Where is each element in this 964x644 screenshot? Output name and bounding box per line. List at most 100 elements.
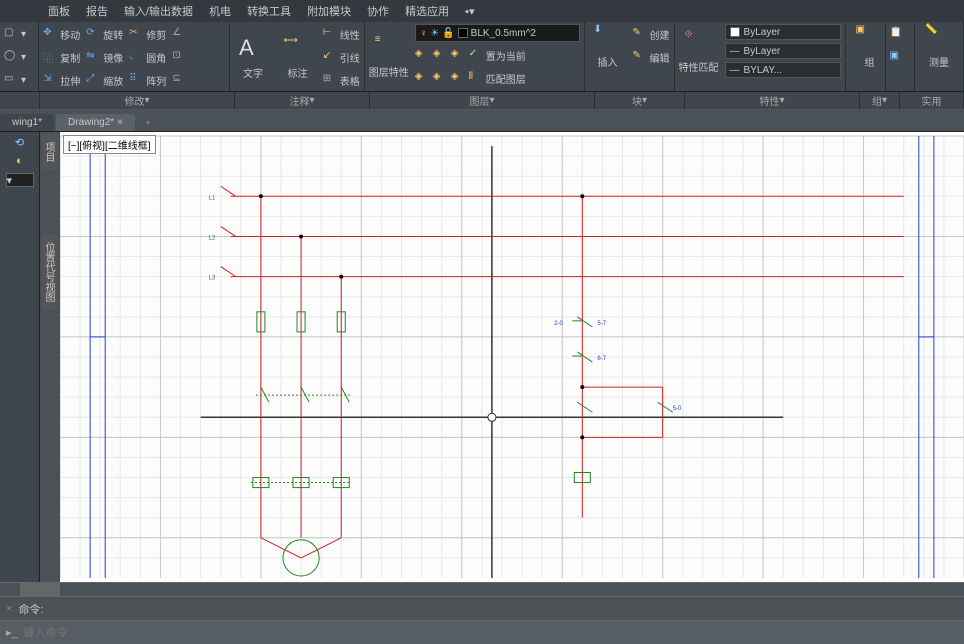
rect-icon: ▭ bbox=[4, 73, 18, 87]
cmd-arrow-icon[interactable]: ▸_ bbox=[6, 626, 18, 639]
ribbon-panel-labels: 修改 ▾ 注释 ▾ 图层 ▾ 块 ▾ 特性 ▾ 组 ▾ 实用 bbox=[0, 92, 964, 110]
menu-panel[interactable]: 面板 bbox=[40, 3, 78, 19]
stretch-button[interactable]: ⇲拉伸 bbox=[43, 70, 80, 90]
dim-button[interactable]: ⟷ 标注 bbox=[278, 24, 317, 90]
lineweight-dropdown[interactable]: —BYLAY... bbox=[725, 62, 841, 78]
tool-rect[interactable]: ▭▾ bbox=[4, 70, 34, 90]
label-modify[interactable]: 修改 ▾ bbox=[40, 92, 235, 109]
group-icon: ▣ bbox=[856, 24, 884, 52]
tool-c[interactable]: ▾ bbox=[6, 173, 34, 187]
menu-io[interactable]: 输入/输出数据 bbox=[116, 3, 201, 19]
layer-t2[interactable]: ◈ bbox=[433, 45, 447, 65]
layfrz-icon: ◈ bbox=[451, 48, 465, 62]
base-icon: ▣ bbox=[890, 50, 904, 64]
menu-featured[interactable]: 精选应用 bbox=[397, 3, 457, 19]
command-input[interactable] bbox=[24, 627, 958, 639]
label-props[interactable]: 特性 ▾ bbox=[685, 92, 860, 109]
group-button[interactable]: ▣ 组 bbox=[850, 24, 890, 69]
grid bbox=[60, 136, 964, 578]
tool-b[interactable]: ◐ bbox=[16, 155, 23, 167]
layer-selector[interactable]: ♀ ☀ 🔓 BLK_0.5mm^2 bbox=[415, 24, 580, 42]
mod-extra2[interactable]: ⊡ bbox=[172, 47, 186, 67]
copy-button[interactable]: ⿻复制 bbox=[43, 47, 80, 67]
svg-text:L1: L1 bbox=[209, 195, 216, 201]
layer-props-button[interactable]: ≡ 图层特性 bbox=[369, 24, 409, 88]
trim-icon: ✂ bbox=[129, 27, 143, 41]
move-button[interactable]: ✥移动 bbox=[43, 24, 80, 44]
trim-button[interactable]: ✂修剪 bbox=[129, 24, 166, 44]
tab-drawing2[interactable]: Drawing2* × bbox=[56, 114, 135, 131]
label-layers[interactable]: 图层 ▾ bbox=[370, 92, 595, 109]
text-icon: A bbox=[239, 35, 267, 63]
erase-icon: ∠ bbox=[172, 27, 186, 41]
set-current-button[interactable]: ✓置为当前 bbox=[469, 45, 526, 65]
rotate-button[interactable]: ⟳旋转 bbox=[86, 24, 123, 44]
laylock-icon: ◈ bbox=[415, 71, 429, 85]
layer-b2[interactable]: ◈ bbox=[433, 68, 447, 88]
label-annotate[interactable]: 注释 ▾ bbox=[235, 92, 370, 109]
menu-overflow-icon[interactable]: ▪▾ bbox=[457, 5, 482, 18]
fillet-button[interactable]: ◟圆角 bbox=[129, 47, 166, 67]
mod-extra3[interactable]: ⊆ bbox=[172, 70, 186, 90]
sidebar-tab-project[interactable]: 项目 bbox=[42, 134, 58, 170]
lock-icon: 🔓 bbox=[442, 28, 454, 39]
scale-button[interactable]: ⤢缩放 bbox=[86, 70, 123, 90]
leader-button[interactable]: ↙引线 bbox=[323, 47, 360, 67]
drawing-canvas[interactable]: [−][俯视][二维线框] bbox=[60, 132, 964, 582]
view-label[interactable]: [−][俯视][二维线框] bbox=[63, 135, 156, 154]
mod-extra1[interactable]: ∠ bbox=[172, 24, 186, 44]
horizontal-scrollbar[interactable] bbox=[0, 582, 964, 596]
menu-addon[interactable]: 附加模块 bbox=[299, 3, 359, 19]
measure-button[interactable]: 📏 测量 bbox=[919, 24, 959, 69]
svg-text:5-0: 5-0 bbox=[673, 406, 682, 412]
main-area: ⟲ ◐ ▾ 项目 位置代号视图 [−][俯视][二维线框] bbox=[0, 132, 964, 582]
layon-icon: ◈ bbox=[451, 71, 465, 85]
match-layer-button[interactable]: ⫴匹配图层 bbox=[469, 68, 526, 88]
array-button[interactable]: ⠿阵列 bbox=[129, 70, 166, 90]
tool-circle[interactable]: ◯▾ bbox=[4, 47, 34, 67]
menu-bar: 面板 报告 输入/输出数据 机电 转换工具 附加模块 协作 精选应用 ▪▾ bbox=[0, 0, 964, 22]
menu-report[interactable]: 报告 bbox=[78, 3, 116, 19]
measure-icon: 📏 bbox=[925, 24, 953, 52]
create-block-button[interactable]: ✎创建 bbox=[633, 24, 670, 44]
linear-icon: ⊢ bbox=[323, 27, 337, 41]
color-dropdown[interactable]: ByLayer bbox=[725, 24, 841, 40]
layer-b1[interactable]: ◈ bbox=[415, 68, 429, 88]
offset-icon: ⊆ bbox=[172, 73, 186, 87]
tab-drawing1[interactable]: wing1* bbox=[0, 114, 54, 131]
menu-collab[interactable]: 协作 bbox=[359, 3, 397, 19]
tool-dropdown[interactable]: ▢▾ bbox=[4, 24, 34, 44]
cmd-close-icon[interactable]: × bbox=[6, 603, 12, 615]
table-button[interactable]: ⊞表格 bbox=[323, 70, 360, 90]
match-props-button[interactable]: ⟐ 特性匹配 bbox=[679, 24, 719, 78]
polyline-icon: ▢ bbox=[4, 27, 18, 41]
linear-button[interactable]: ⊢线性 bbox=[323, 24, 360, 44]
stretch-icon: ⇲ bbox=[43, 73, 57, 87]
edit-block-button[interactable]: ✎编辑 bbox=[633, 47, 670, 67]
linetype-dropdown[interactable]: —ByLayer bbox=[725, 43, 841, 59]
add-tab-button[interactable]: + bbox=[137, 115, 159, 131]
layer-t1[interactable]: ◈ bbox=[415, 45, 429, 65]
label-util[interactable]: 实用 bbox=[900, 92, 964, 109]
color-swatch bbox=[458, 28, 468, 38]
insert-button[interactable]: ⬇ 插入 bbox=[589, 24, 627, 69]
layer-b3[interactable]: ◈ bbox=[451, 68, 465, 88]
layiso-icon: ◈ bbox=[415, 48, 429, 62]
layer-t3[interactable]: ◈ bbox=[451, 45, 465, 65]
menu-elec[interactable]: 机电 bbox=[201, 3, 239, 19]
menu-convert[interactable]: 转换工具 bbox=[239, 3, 299, 19]
close-icon[interactable]: × bbox=[117, 117, 123, 128]
svg-text:5-7: 5-7 bbox=[597, 321, 606, 327]
util-2[interactable]: ▣ bbox=[890, 47, 910, 67]
left-toolbar: ⟲ ◐ ▾ bbox=[0, 132, 40, 582]
tool-a[interactable]: ⟲ bbox=[15, 136, 24, 149]
label-block[interactable]: 块 ▾ bbox=[595, 92, 685, 109]
text-button[interactable]: A 文字 bbox=[234, 24, 273, 90]
label-group[interactable]: 组 ▾ bbox=[860, 92, 900, 109]
svg-text:L3: L3 bbox=[209, 276, 216, 282]
util-1[interactable]: 📋 bbox=[890, 24, 910, 44]
sidebar-tab-location[interactable]: 位置代号视图 bbox=[42, 234, 58, 310]
command-label: 命令: bbox=[18, 601, 43, 617]
setcurrent-icon: ✓ bbox=[469, 48, 483, 62]
mirror-button[interactable]: ⇋镜像 bbox=[86, 47, 123, 67]
